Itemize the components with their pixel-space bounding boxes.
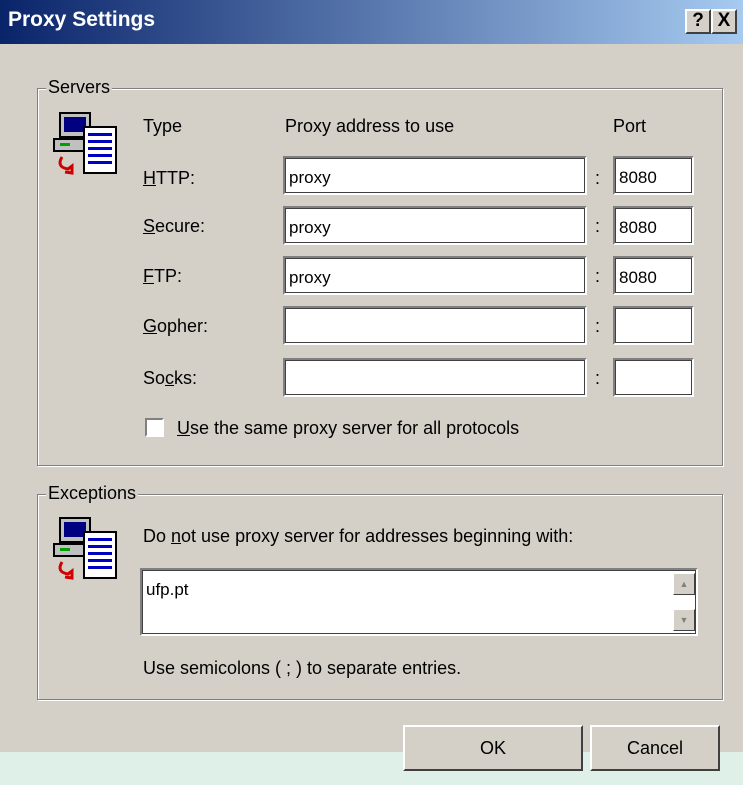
gopher-colon: : <box>595 316 601 336</box>
socks-address-input[interactable] <box>283 358 587 397</box>
exceptions-group-label: Exceptions <box>46 483 139 504</box>
same-proxy-checkbox[interactable] <box>145 418 164 437</box>
window-title: Proxy Settings <box>8 8 156 31</box>
exceptions-instruction-hotkey: n <box>171 526 182 546</box>
exceptions-value: ufp.pt <box>146 580 189 599</box>
same-proxy-hotkey: U <box>177 418 190 438</box>
socks-colon: : <box>595 368 601 388</box>
exceptions-textarea[interactable]: ufp.pt <box>140 568 698 636</box>
http-label-hotkey: H <box>143 168 156 188</box>
ftp-label-rest: TP: <box>154 266 183 286</box>
gopher-port-input[interactable] <box>613 306 694 345</box>
gopher-address-input[interactable] <box>283 306 587 345</box>
same-proxy-text: se the same proxy server for all protoco… <box>190 418 520 438</box>
http-colon: : <box>595 168 601 188</box>
http-label-rest: TTP: <box>156 168 195 188</box>
title-bar[interactable]: Proxy Settings ? X <box>0 0 743 44</box>
http-port-input[interactable]: 8080 <box>613 156 694 195</box>
proxy-settings-dialog: Proxy Settings ? X Servers Type Proxy ad… <box>0 0 743 771</box>
exceptions-instruction: Do not use proxy server for addresses be… <box>143 526 573 547</box>
ftp-colon: : <box>595 266 601 286</box>
gopher-label-hotkey: G <box>143 316 158 336</box>
ftp-port-input[interactable]: 8080 <box>613 256 694 295</box>
gopher-label: Gopher: <box>143 316 208 337</box>
exceptions-instruction-pre: Do <box>143 526 172 546</box>
socks-label-rest: ks: <box>174 368 198 388</box>
network-computer-icon <box>53 112 117 175</box>
http-address-input[interactable]: proxy <box>283 156 587 195</box>
secure-address-input[interactable]: proxy <box>283 206 587 245</box>
secure-colon: : <box>595 216 601 236</box>
column-header-port: Port <box>613 116 647 136</box>
column-header-type: Type <box>143 116 183 136</box>
socks-label: Socks: <box>143 368 197 389</box>
ftp-label: FTP: <box>143 266 182 287</box>
secure-label-hotkey: S <box>143 216 156 236</box>
secure-label: Secure: <box>143 216 205 237</box>
ok-button[interactable]: OK <box>403 725 583 771</box>
exceptions-hint: Use semicolons ( ; ) to separate entries… <box>143 658 462 678</box>
ftp-label-hotkey: F <box>143 266 154 286</box>
socks-port-input[interactable] <box>613 358 694 397</box>
ftp-address-input[interactable]: proxy <box>283 256 587 295</box>
same-proxy-label[interactable]: Use the same proxy server for all protoc… <box>177 418 519 439</box>
close-button[interactable]: X <box>711 9 737 34</box>
scroll-down-button[interactable]: ▼ <box>673 609 695 631</box>
help-button[interactable]: ? <box>685 9 711 34</box>
servers-group-label: Servers <box>46 77 113 98</box>
network-computer-icon-exceptions <box>53 517 117 580</box>
socks-label-pre: So <box>143 368 166 388</box>
gopher-label-rest: opher: <box>157 316 209 336</box>
http-label: HTTP: <box>143 168 195 189</box>
secure-label-rest: ecure: <box>155 216 206 236</box>
socks-label-hotkey: c <box>165 368 175 388</box>
column-header-address: Proxy address to use <box>285 116 455 136</box>
cancel-button[interactable]: Cancel <box>590 725 720 771</box>
scroll-up-button[interactable]: ▲ <box>673 573 695 595</box>
secure-port-input[interactable]: 8080 <box>613 206 694 245</box>
exceptions-instruction-rest: ot use proxy server for addresses beginn… <box>181 526 574 546</box>
